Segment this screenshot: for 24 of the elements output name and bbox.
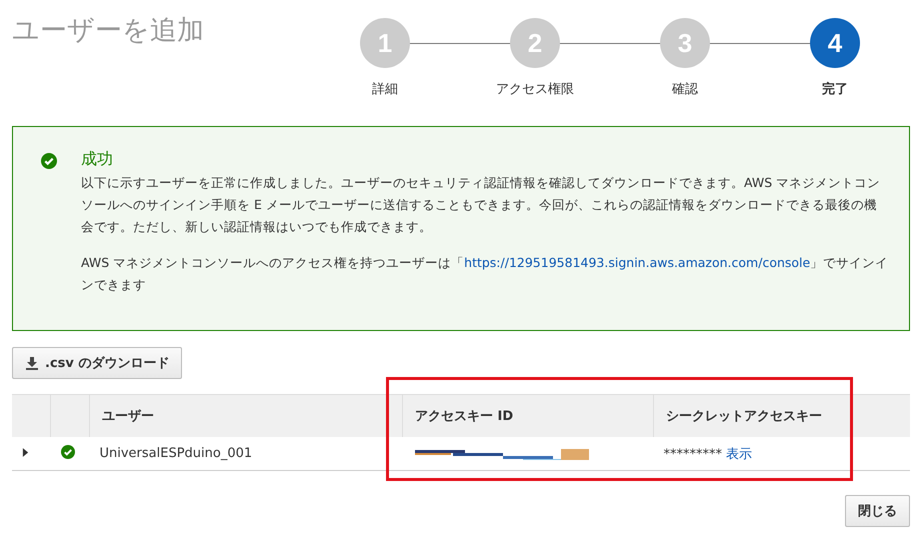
alert-message: 以下に示すユーザーを正常に作成しました。ユーザーのセキュリティ認証情報を確認してダウンロードできます。AWS マネジメントコンソールへのサインイン手順を E メールでユーザーに送信することもできます。今回が、これらの認証情報をダウンロードできる最後の機会です。ただし、新しい認証情報はいつでも作成できます。 <box>81 174 882 236</box>
signin-message: AWS マネジメントコンソールへのアクセス権を持つユーザーは「https://129519581493.signin.aws.amazon.com/console」でサインインできます <box>81 254 889 294</box>
download-button[interactable]: .csv のダウンロード <box>12 347 182 379</box>
step-label: 詳細 <box>372 81 398 98</box>
user-name: UniversalESPduino_001 <box>100 446 252 461</box>
header-cell <box>12 394 50 437</box>
header-cell <box>50 394 90 437</box>
alert-title: 成功 <box>81 149 114 170</box>
step-label: 確認 <box>672 81 698 98</box>
step-label: 完了 <box>822 80 848 98</box>
column-header: ユーザー <box>90 394 402 437</box>
column-header: アクセスキー ID <box>402 394 654 437</box>
check-circle-icon <box>41 153 57 169</box>
caret-right-icon[interactable] <box>22 448 29 457</box>
signin-link[interactable]: https://129519581493.signin.aws.amazon.com/console <box>464 255 810 270</box>
step-circle: 4 <box>810 18 860 68</box>
check-circle-icon <box>60 444 74 458</box>
download-icon <box>25 356 39 370</box>
close-button[interactable]: 閉じる <box>845 495 910 527</box>
column-header: シークレットアクセスキー <box>654 394 910 437</box>
show-link[interactable]: 表示 <box>726 446 752 462</box>
step-label: アクセス権限 <box>496 81 574 98</box>
secret-mask: ********* <box>664 446 722 462</box>
page-title: ユーザーを追加 <box>12 14 205 48</box>
